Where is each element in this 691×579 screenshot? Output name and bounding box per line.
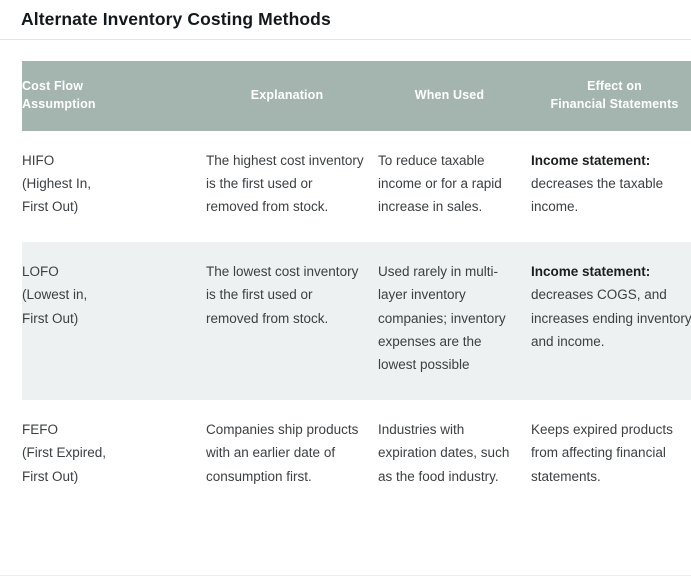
document-page: Alternate Inventory Costing Methods Cost… [0,0,691,579]
table-row: HIFO (Highest In, First Out) The highest… [22,130,691,243]
cell-cost-flow-assumption: FEFO (First Expired, First Out) [22,400,206,512]
cell-explanation: Companies ship products with an earlier … [206,400,378,512]
table-body: HIFO (Highest In, First Out) The highest… [22,130,691,512]
table-row: FEFO (First Expired, First Out) Companie… [22,400,691,512]
title-bar: Alternate Inventory Costing Methods [0,0,691,39]
table-header-row: Cost Flow Assumption Explanation When Us… [22,61,691,131]
cell-effect: Keeps expired products from affecting fi… [531,400,691,512]
cell-when-used: To reduce taxable income or for a rapid … [378,130,531,243]
cell-effect: Income statement: decreases COGS, and in… [531,242,691,401]
bottom-divider [0,575,691,576]
inventory-costing-table: Cost Flow Assumption Explanation When Us… [22,61,691,512]
cell-explanation: The highest cost inventory is the first … [206,130,378,243]
table-header: Cost Flow Assumption Explanation When Us… [22,61,691,131]
column-header-when-used: When Used [378,61,531,131]
cell-effect: Income statement: decreases the taxable … [531,130,691,243]
table-row: LOFO (Lowest in, First Out) The lowest c… [22,242,691,401]
table-container: Cost Flow Assumption Explanation When Us… [0,40,691,512]
cell-effect-lead: Income statement: [531,264,651,280]
cell-effect-rest: decreases the taxable income. [531,175,664,214]
column-header-effect-on-financial-statements: Effect on Financial Statements [531,61,691,131]
cell-cost-flow-assumption: HIFO (Highest In, First Out) [22,130,206,243]
column-header-cost-flow-assumption: Cost Flow Assumption [22,61,206,131]
cell-effect-rest: decreases COGS, and increases ending inv… [531,287,691,349]
cell-effect-lead: Income statement: [531,152,651,168]
cell-effect-rest: Keeps expired products from affecting fi… [531,422,673,484]
cell-when-used: Industries with expiration dates, such a… [378,400,531,512]
page-title: Alternate Inventory Costing Methods [21,9,331,29]
cell-explanation: The lowest cost inventory is the first u… [206,242,378,401]
cell-cost-flow-assumption: LOFO (Lowest in, First Out) [22,242,206,401]
cell-when-used: Used rarely in multi-layer inventory com… [378,242,531,401]
column-header-explanation: Explanation [206,61,378,131]
